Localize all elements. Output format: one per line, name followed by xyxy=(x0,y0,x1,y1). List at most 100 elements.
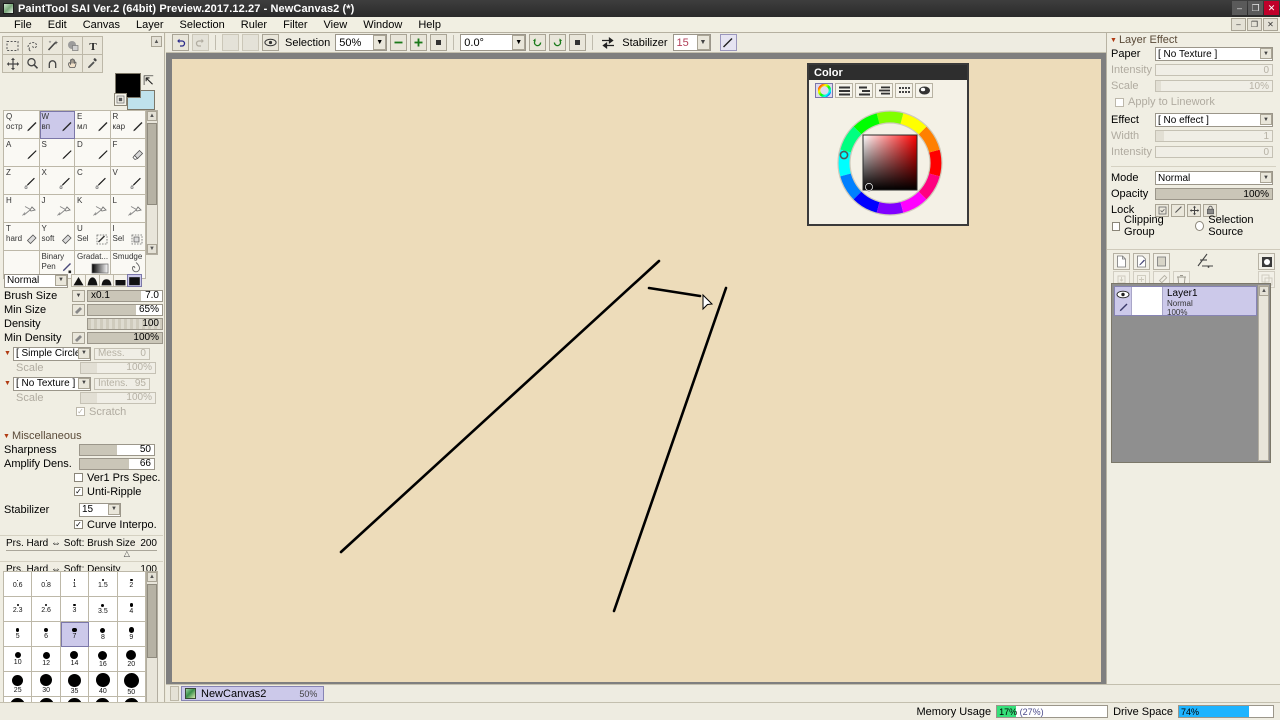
size-swatch-9[interactable]: 9 xyxy=(117,622,146,647)
swap-arrow-icon[interactable]: ⇱ xyxy=(143,73,154,89)
brush-preset-q[interactable]: Q остр xyxy=(4,111,40,139)
chevron-down-icon-2[interactable]: ▼ xyxy=(512,35,526,50)
shape-square-button[interactable] xyxy=(113,274,128,287)
tool-lasso-select[interactable] xyxy=(22,36,43,55)
shape-expand-icon[interactable]: ▼ xyxy=(4,350,11,357)
size-swatch-25[interactable]: 25 xyxy=(4,672,33,697)
collapse-icon[interactable]: ▼ xyxy=(1110,37,1117,44)
tool-text[interactable]: T xyxy=(82,36,103,55)
menu-layer[interactable]: Layer xyxy=(128,18,172,32)
size-swatch-35[interactable]: 35 xyxy=(60,672,90,697)
texture-expand-icon[interactable]: ▼ xyxy=(4,380,11,387)
left-panel-scroll-up[interactable]: ▲ xyxy=(151,36,162,47)
color-panel[interactable]: Color xyxy=(807,63,969,226)
brush-preset-f[interactable]: F xyxy=(110,139,146,167)
menu-file[interactable]: File xyxy=(6,18,40,32)
tool-rectangle-select[interactable] xyxy=(2,36,23,55)
zoom-reset-button[interactable] xyxy=(430,34,448,51)
apply-to-linework-checkbox[interactable] xyxy=(1115,97,1124,107)
size-swatch-2[interactable]: 2 xyxy=(117,572,146,597)
tool-move[interactable] xyxy=(2,54,23,73)
flip-horizontal-icon[interactable] xyxy=(599,34,616,51)
clipping-group-checkbox[interactable] xyxy=(1112,221,1121,231)
brush-preset-u[interactable]: U Sel xyxy=(75,223,111,251)
brush-preset-h[interactable]: H xyxy=(4,195,40,223)
scratchpad-tab[interactable] xyxy=(915,83,933,98)
brush-preset-x[interactable]: X xyxy=(39,167,75,195)
scratch-checkbox[interactable]: ✓ xyxy=(76,407,85,416)
tool-hand[interactable] xyxy=(62,54,83,73)
chevron-down-icon[interactable]: ▼ xyxy=(1260,172,1272,183)
size-swatch-50[interactable]: 50 xyxy=(117,672,146,697)
tool-rotate[interactable] xyxy=(42,54,63,73)
size-swatch-10[interactable]: 10 xyxy=(4,647,33,672)
shape-solid-button[interactable] xyxy=(127,274,142,287)
size-swatch-12[interactable]: 12 xyxy=(32,647,61,672)
document-tab-newcanvas2[interactable]: NewCanvas2 50% xyxy=(181,686,325,701)
brush-preset-w[interactable]: W вп xyxy=(39,111,75,139)
chevron-down-icon[interactable]: ▼ xyxy=(55,274,67,286)
color-mixer-tab[interactable] xyxy=(875,83,893,98)
density-slider[interactable]: 100 xyxy=(87,317,163,330)
close-button[interactable]: ✕ xyxy=(1264,1,1279,15)
menu-selection[interactable]: Selection xyxy=(172,18,233,32)
undo-icon[interactable] xyxy=(172,34,189,51)
collapse-icon[interactable]: ▼ xyxy=(3,433,10,440)
min-size-pressure-icon[interactable] xyxy=(72,303,85,316)
brush-preset-v[interactable]: V xyxy=(110,167,146,195)
rotate-reset-button[interactable] xyxy=(569,34,587,51)
brush-preset-c[interactable]: C xyxy=(75,167,111,195)
ruler-icon[interactable] xyxy=(1195,252,1215,272)
min-density-slider[interactable]: 100% xyxy=(87,331,163,344)
brush-preset-e[interactable]: E мл xyxy=(75,111,111,139)
swatches-tab[interactable] xyxy=(895,83,913,98)
layer-list-scrollbar[interactable]: ▲ xyxy=(1258,285,1269,461)
menu-help[interactable]: Help xyxy=(410,18,449,32)
scrollbar-thumb[interactable] xyxy=(147,584,157,658)
brush-preset-t[interactable]: T hard xyxy=(4,223,40,251)
chevron-down-icon[interactable]: ▼ xyxy=(108,503,120,515)
zoom-out-button[interactable] xyxy=(390,34,408,51)
mdi-close-button[interactable]: ✕ xyxy=(1263,18,1278,31)
menu-ruler[interactable]: Ruler xyxy=(233,18,275,32)
size-swatch-4[interactable]: 4 xyxy=(117,597,146,622)
size-swatch-1.5[interactable]: 1.5 xyxy=(89,572,118,597)
size-swatch-40[interactable]: 40 xyxy=(89,672,118,697)
tabbar-scroll-left-button[interactable] xyxy=(170,686,179,701)
size-swatch-2.3[interactable]: 2.3 xyxy=(4,597,33,622)
size-swatch-30[interactable]: 30 xyxy=(32,672,61,697)
layer-mode-combo[interactable]: Normal ▼ xyxy=(1155,171,1273,185)
tool-magic-wand[interactable] xyxy=(42,36,63,55)
zoom-in-button[interactable] xyxy=(410,34,428,51)
menu-edit[interactable]: Edit xyxy=(40,18,75,32)
chevron-down-icon[interactable]: ▼ xyxy=(373,35,387,50)
brush-preset-j[interactable]: J xyxy=(39,195,75,223)
brush-preset-a[interactable]: A xyxy=(4,139,40,167)
brush-preset-i[interactable]: I Sel xyxy=(110,223,146,251)
brush-preset-r[interactable]: R кар xyxy=(110,111,146,139)
layer-effect-header[interactable]: ▼ Layer Effect xyxy=(1107,33,1280,47)
layer-list[interactable]: Layer1 Normal 100% ▲ xyxy=(1111,283,1271,463)
selection-source-radio[interactable] xyxy=(1195,221,1205,231)
min-density-pressure-icon[interactable] xyxy=(72,331,85,344)
brush-preset-z[interactable]: Z xyxy=(4,167,40,195)
cut-icon[interactable] xyxy=(222,34,239,51)
miscellaneous-header[interactable]: ▼ Miscellaneous xyxy=(0,429,163,443)
eye-selection-icon[interactable] xyxy=(262,34,279,51)
size-swatch-6[interactable]: 6 xyxy=(32,622,61,647)
eye-icon[interactable] xyxy=(1115,287,1131,301)
color-wheel[interactable] xyxy=(827,103,953,226)
layer-options-icon[interactable] xyxy=(1258,253,1275,270)
brush-preset-d[interactable]: D xyxy=(75,139,111,167)
brush-size-dropdown-button[interactable]: ▼ xyxy=(72,289,85,302)
scroll-up-icon[interactable]: ▲ xyxy=(147,572,157,582)
size-swatch-7[interactable]: 7 xyxy=(60,622,90,647)
layer-row-layer1[interactable]: Layer1 Normal 100% xyxy=(1114,286,1257,317)
chevron-down-icon-3[interactable]: ▼ xyxy=(696,35,710,50)
diagonal-line-icon[interactable] xyxy=(719,34,737,51)
size-swatch-14[interactable]: 14 xyxy=(60,647,90,672)
rgb-slider-tab[interactable] xyxy=(835,83,853,98)
zoom-level-combo[interactable]: 50% ▼ xyxy=(335,34,388,51)
texture-combo[interactable]: [ No Texture ] ▼ xyxy=(12,376,91,391)
new-layer-icon[interactable] xyxy=(1113,253,1130,270)
